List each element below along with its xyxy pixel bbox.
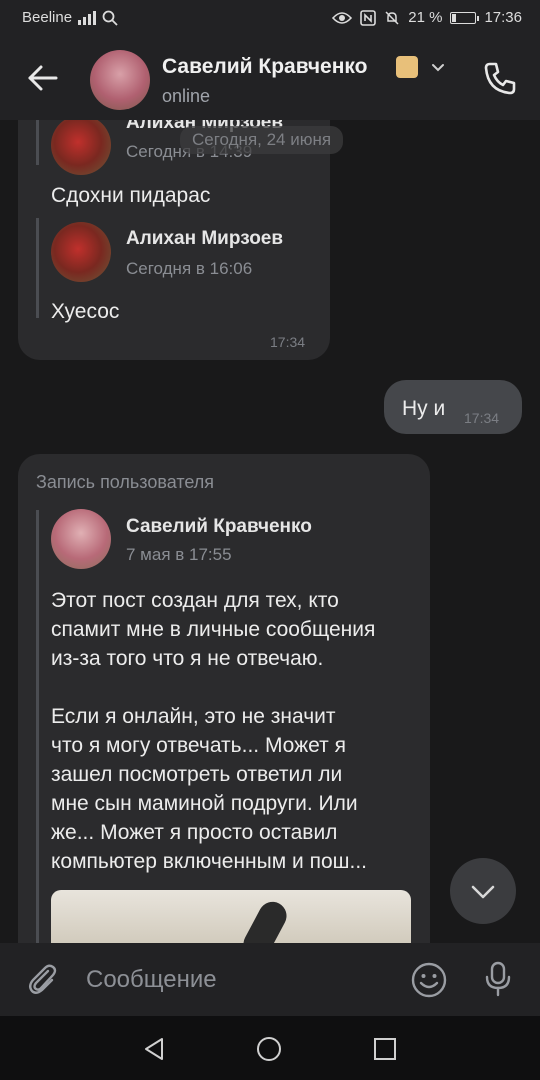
post-text: Этот пост создан для тех, кто спамит мне… bbox=[51, 586, 375, 876]
nfc-icon bbox=[360, 9, 377, 26]
battery-icon bbox=[450, 11, 480, 24]
forwarded-block bbox=[36, 218, 39, 318]
contact-name[interactable]: Савелий Кравченко bbox=[162, 55, 367, 79]
back-arrow-icon[interactable] bbox=[24, 58, 64, 98]
eye-icon bbox=[332, 11, 353, 24]
chevron-down-icon bbox=[471, 885, 495, 899]
message-text: Ну и bbox=[402, 397, 446, 420]
avatar[interactable] bbox=[90, 50, 150, 110]
signal-icon bbox=[78, 10, 97, 25]
post-title: Запись пользователя bbox=[36, 472, 215, 492]
emoji-icon[interactable] bbox=[410, 961, 448, 999]
message-composer: Сообщение bbox=[0, 943, 540, 1016]
post-line: что я могу отвечать... Может я bbox=[51, 734, 346, 757]
message-time: 17:34 bbox=[270, 334, 306, 350]
forwarded-block bbox=[36, 120, 39, 165]
post-line: же... Может я просто оставил bbox=[51, 821, 338, 844]
clock: 17:36 bbox=[484, 9, 522, 26]
post-date: 7 мая в 17:55 bbox=[126, 545, 232, 564]
post-line: компьютер включенным и пош... bbox=[51, 850, 367, 873]
chat-header: Савелий Кравченко online bbox=[0, 36, 540, 120]
post-line: зашел посмотреть ответил ли bbox=[51, 763, 343, 786]
mute-bell-icon bbox=[385, 10, 399, 25]
search-icon bbox=[102, 10, 118, 26]
message-text: Хуесос bbox=[51, 300, 120, 323]
forward-author: Алихан Мирзоев bbox=[126, 228, 284, 249]
phone-icon[interactable] bbox=[480, 58, 520, 98]
message-list[interactable]: Алихан Мирзоев Сегодня в 14:39 Сегодня, … bbox=[0, 120, 540, 943]
carrier-label: Beeline bbox=[22, 9, 73, 26]
date-pill: Сегодня, 24 июня bbox=[180, 126, 344, 154]
post-line: Этот пост создан для тех, кто bbox=[51, 589, 339, 612]
battery-percent: 21 % bbox=[408, 9, 443, 26]
post-line: из-за того что я не отвечаю. bbox=[51, 647, 324, 670]
online-status: online bbox=[162, 86, 211, 106]
post-line: спамит мне в личные сообщения bbox=[51, 618, 376, 641]
status-bar: Beeline 21 % 17:36 bbox=[0, 0, 540, 36]
message-input[interactable]: Сообщение bbox=[86, 966, 217, 994]
nav-back-icon[interactable] bbox=[142, 1036, 168, 1062]
system-nav-bar bbox=[0, 1016, 540, 1080]
post-line: мне сын маминой подруги. Или bbox=[51, 792, 358, 815]
message-time: 17:34 bbox=[464, 410, 500, 426]
post-line: Если я онлайн, это не значит bbox=[51, 705, 336, 728]
nav-home-icon[interactable] bbox=[256, 1036, 282, 1062]
paperclip-icon[interactable] bbox=[24, 961, 60, 997]
chevron-down-icon[interactable] bbox=[430, 60, 446, 76]
battery-fill bbox=[452, 13, 457, 22]
message-text: Сдохни пидарас bbox=[51, 184, 211, 207]
avatar bbox=[51, 222, 111, 282]
scroll-down-button[interactable] bbox=[450, 858, 516, 924]
nav-recent-apps-icon[interactable] bbox=[373, 1037, 397, 1061]
post-author[interactable]: Савелий Кравченко bbox=[126, 516, 312, 538]
post-image[interactable] bbox=[51, 890, 411, 943]
emoji-badge-icon bbox=[396, 56, 418, 78]
microphone-icon[interactable] bbox=[478, 959, 518, 999]
post-block bbox=[36, 510, 39, 943]
avatar bbox=[51, 509, 111, 569]
forward-date: Сегодня в 16:06 bbox=[126, 259, 253, 278]
